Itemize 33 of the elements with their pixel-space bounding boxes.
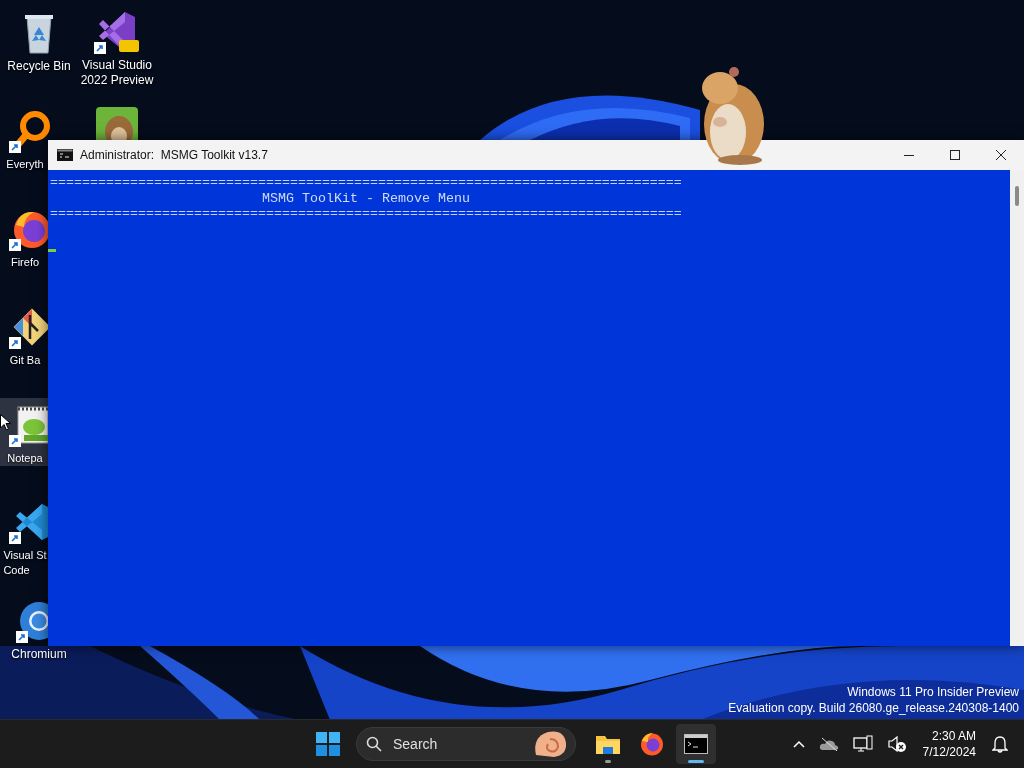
maximize-icon	[950, 150, 960, 160]
clock[interactable]: 2:30 AM 7/12/2024	[916, 728, 982, 760]
separator-line: ===============================================================================	[50, 175, 682, 191]
icon-label: 2022 Preview	[80, 73, 154, 88]
shell-icon	[532, 729, 568, 759]
icon-label: Chromium	[11, 647, 67, 662]
icon-label: Recycle Bin	[7, 59, 71, 74]
menu-heading: MSMG ToolKit - Remove Menu	[261, 190, 470, 206]
icon-label: Visual Studio	[82, 58, 152, 73]
windows-logo-icon	[316, 732, 340, 756]
icon-label: Notepa	[7, 451, 43, 466]
firefox-icon	[640, 732, 664, 756]
window-title: Administrator: MSMG Toolkit v13.7	[80, 148, 269, 162]
folder-icon	[595, 733, 621, 755]
console-icon	[57, 149, 73, 161]
separator-line: ===============================================================================	[50, 206, 682, 222]
close-icon	[996, 150, 1006, 160]
icon-label: Visual St	[3, 548, 47, 563]
taskbar-app-button[interactable]	[676, 724, 716, 764]
scrollbar[interactable]	[1010, 170, 1024, 646]
beaver-app-icon	[95, 106, 139, 140]
os-notice-text: Windows 11 Pro Insider Preview	[847, 684, 1019, 700]
text-cursor	[48, 248, 56, 252]
terminal-icon	[684, 734, 708, 754]
icon-label: Firefo	[10, 255, 40, 270]
search-icon	[366, 736, 382, 752]
search-field[interactable]: Search	[356, 727, 576, 761]
icon-label: Everyth	[6, 157, 44, 172]
mouse-pointer-icon	[0, 414, 11, 431]
os-notice-text: Evaluation copy. Build 26080.ge_release.240308-1400	[728, 700, 1019, 716]
icon-label: Code	[3, 563, 30, 578]
icon-label: Git Ba	[9, 353, 41, 368]
scrollbar-thumb[interactable]	[1015, 186, 1019, 206]
